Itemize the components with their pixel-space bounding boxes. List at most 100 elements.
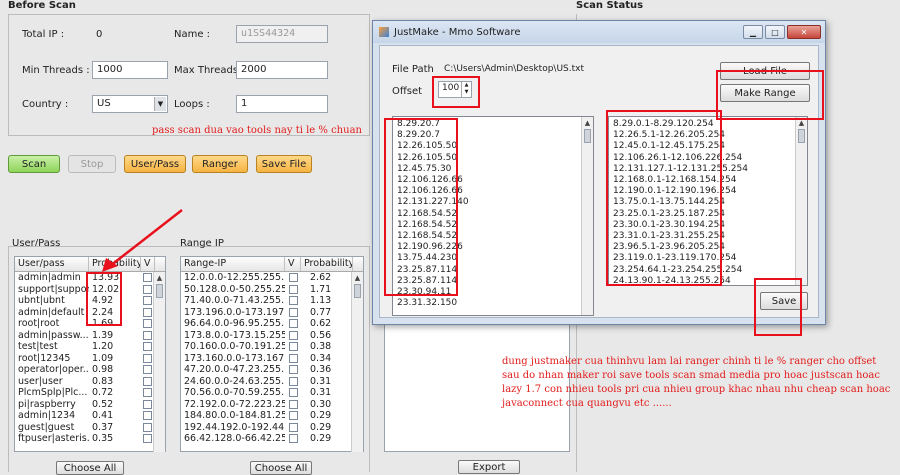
range-output-list[interactable]: 8.29.0.1-8.29.120.254 12.26.5.1-12.26.205… — [608, 116, 808, 286]
table-row[interactable]: admin|default 2.24 — [15, 307, 165, 319]
list-item[interactable]: 24.13.90.1-24.13.255.254 — [609, 276, 807, 285]
list-item[interactable]: 13.75.44.230 — [393, 253, 593, 264]
list-item[interactable]: 23.31.32.150 — [393, 298, 593, 309]
userpass-button[interactable]: User/Pass — [124, 155, 186, 173]
scroll-thumb[interactable] — [798, 129, 805, 143]
chevron-down-icon[interactable]: ▼ — [154, 97, 166, 111]
table-row[interactable]: admin|passw... 1.39 — [15, 330, 165, 342]
table-row[interactable]: test|test 1.20 — [15, 341, 165, 353]
row-checkbox[interactable] — [289, 342, 298, 351]
table-row[interactable]: pi|raspberry 0.52 — [15, 399, 165, 411]
list-item[interactable]: 12.190.0.1-12.190.196.254 — [609, 186, 807, 197]
list-item[interactable]: 12.168.0.1-12.168.154.254 — [609, 175, 807, 186]
col-header-v2[interactable]: V — [285, 257, 301, 271]
list-item[interactable]: 12.168.54.52 — [393, 231, 593, 242]
choose-all-range-button[interactable]: Choose All — [250, 461, 312, 475]
row-checkbox[interactable] — [289, 296, 298, 305]
maximize-icon[interactable]: □ — [765, 25, 785, 39]
scan-button[interactable]: Scan — [8, 155, 60, 173]
list-item[interactable]: 12.168.54.52 — [393, 220, 593, 231]
scroll-up-icon[interactable]: ▲ — [796, 117, 807, 129]
col-header-userpass[interactable]: User/pass — [15, 257, 89, 271]
row-checkbox[interactable] — [143, 342, 152, 351]
table-row[interactable]: 24.60.0.0-24.63.255... 0.31 — [181, 376, 363, 388]
list-item[interactable]: 12.106.126.66 — [393, 175, 593, 186]
scroll-up-icon[interactable]: ▲ — [582, 117, 593, 129]
row-checkbox[interactable] — [143, 353, 152, 363]
list-item[interactable]: 8.29.20.7 — [393, 130, 593, 141]
table-row[interactable]: 72.192.0.0-72.223.25... 0.30 — [181, 399, 363, 411]
list-item[interactable]: 8.29.20.7 — [393, 119, 593, 130]
table-row[interactable]: 173.160.0.0-173.167... 0.34 — [181, 353, 363, 365]
country-select[interactable]: US ▼ — [92, 95, 168, 113]
load-file-button[interactable]: Load File — [720, 62, 810, 80]
list-item[interactable]: 23.30.0.1-23.30.194.254 — [609, 220, 807, 231]
row-checkbox[interactable] — [289, 273, 298, 282]
list-item[interactable]: 12.131.227.140 — [393, 197, 593, 208]
list-item[interactable]: 12.26.105.50 — [393, 153, 593, 164]
list-item[interactable]: 12.106.126.66 — [393, 186, 593, 197]
list-item[interactable]: 23.25.87.114 — [393, 276, 593, 287]
list-item[interactable]: 13.75.0.1-13.75.144.254 — [609, 197, 807, 208]
table-row[interactable]: root|root 1.69 — [15, 318, 165, 330]
save-file-button[interactable]: Save File — [256, 155, 312, 173]
list-item[interactable]: 12.26.105.50 — [393, 141, 593, 152]
list-item[interactable]: 23.25.87.114 — [393, 265, 593, 276]
row-checkbox[interactable] — [143, 284, 152, 294]
row-checkbox[interactable] — [143, 434, 152, 443]
minimize-icon[interactable]: ▁ — [743, 25, 763, 39]
list-item[interactable]: 23.31.0.1-23.31.255.254 — [609, 231, 807, 242]
dialog-titlebar[interactable]: JustMake - Mmo Software ▁ □ ✕ — [373, 21, 825, 43]
list-item[interactable]: 23.119.0.1-23.119.170.254 — [609, 253, 807, 264]
table-row[interactable]: 192.44.192.0-192.44... 0.29 — [181, 422, 363, 434]
table-row[interactable]: 70.160.0.0-70.191.25... 0.38 — [181, 341, 363, 353]
table-row[interactable]: admin|1234 0.41 — [15, 410, 165, 422]
table-row[interactable]: 184.80.0.0-184.81.25... 0.29 — [181, 410, 363, 422]
table-row[interactable]: 12.0.0.0-12.255.255... 2.62 — [181, 272, 363, 284]
row-checkbox[interactable] — [289, 411, 298, 420]
list-item[interactable]: 12.190.96.226 — [393, 242, 593, 253]
offset-input[interactable]: 100 ▲ ▼ — [438, 81, 472, 98]
row-checkbox[interactable] — [289, 330, 298, 340]
loops-input[interactable]: 1 — [236, 95, 328, 113]
save-button[interactable]: Save — [760, 292, 808, 310]
close-icon[interactable]: ✕ — [787, 25, 821, 39]
table-row[interactable]: guest|guest 0.37 — [15, 422, 165, 434]
userpass-scrollbar[interactable]: ▲ — [153, 272, 165, 452]
row-checkbox[interactable] — [289, 434, 298, 443]
table-row[interactable]: 47.20.0.0-47.23.255... 0.36 — [181, 364, 363, 376]
row-checkbox[interactable] — [289, 365, 298, 374]
table-row[interactable]: ubnt|ubnt 4.92 — [15, 295, 165, 307]
list-item[interactable]: 23.30.94.11 — [393, 287, 593, 298]
col-header-range-ip[interactable]: Range-IP — [181, 257, 285, 271]
row-checkbox[interactable] — [289, 353, 298, 363]
row-checkbox[interactable] — [143, 330, 152, 340]
scroll-thumb[interactable] — [584, 129, 591, 143]
list-item[interactable]: 8.29.0.1-8.29.120.254 — [609, 119, 807, 130]
stop-button[interactable]: Stop — [68, 155, 116, 173]
table-row[interactable]: support|support 12.02 — [15, 284, 165, 296]
offset-spinner-icon[interactable]: ▲ ▼ — [461, 82, 471, 97]
row-checkbox[interactable] — [143, 296, 152, 305]
ranger-button[interactable]: Ranger — [192, 155, 248, 173]
table-row[interactable]: ftpuser|asteris... 0.35 — [15, 433, 165, 445]
row-checkbox[interactable] — [143, 422, 152, 432]
table-row[interactable]: user|user 0.83 — [15, 376, 165, 388]
row-checkbox[interactable] — [289, 319, 298, 328]
col-header-probability2[interactable]: Probability — [301, 257, 353, 271]
list-item[interactable]: 23.25.0.1-23.25.187.254 — [609, 209, 807, 220]
row-checkbox[interactable] — [289, 388, 298, 397]
row-checkbox[interactable] — [289, 307, 298, 317]
row-checkbox[interactable] — [143, 399, 152, 409]
row-checkbox[interactable] — [143, 388, 152, 397]
scroll-thumb[interactable] — [354, 284, 361, 298]
make-range-button[interactable]: Make Range — [720, 84, 810, 102]
min-threads-input[interactable]: 1000 — [92, 61, 168, 79]
list-item[interactable]: 12.26.5.1-12.26.205.254 — [609, 130, 807, 141]
list-item[interactable]: 12.168.54.52 — [393, 209, 593, 220]
table-row[interactable]: operator|oper... 0.98 — [15, 364, 165, 376]
table-row[interactable]: 70.56.0.0-70.59.255... 0.31 — [181, 387, 363, 399]
scroll-up-icon[interactable]: ▲ — [352, 272, 363, 284]
table-row[interactable]: 50.128.0.0-50.255.25... 1.71 — [181, 284, 363, 296]
list-item[interactable]: 23.254.64.1-23.254.255.254 — [609, 265, 807, 276]
